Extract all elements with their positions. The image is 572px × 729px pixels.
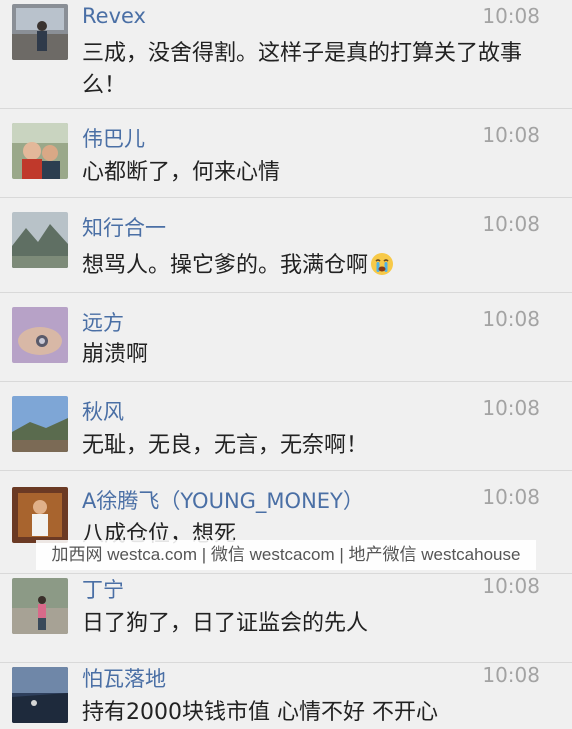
comment-time: 10:08 — [482, 307, 540, 331]
comment-item[interactable]: 丁宁 10:08 日了狗了，日了证监会的先人 — [0, 574, 572, 663]
comment-item[interactable]: 秋风 10:08 无耻，无良，无言，无奈啊！ — [0, 382, 572, 471]
comment-item[interactable]: 怕瓦落地 10:08 持有2000块钱市值 心情不好 不开心 — [0, 663, 572, 726]
avatar[interactable] — [12, 212, 68, 268]
comment-text: 想骂人。操它爹的。我满仓啊 — [82, 250, 544, 282]
comment-time: 10:08 — [482, 663, 540, 687]
comment-text: 心都断了，何来心情 — [82, 160, 281, 185]
avatar[interactable] — [12, 487, 68, 543]
avatar[interactable] — [12, 396, 68, 452]
comment-text: 持有2000块钱市值 心情不好 不开心 — [82, 700, 438, 725]
commenter-name[interactable]: 远方 — [82, 307, 124, 337]
comment-time: 10:08 — [482, 4, 540, 28]
comment-item[interactable]: Revex 10:08 三成，没舍得割。这样子是真的打算关了故事么！ — [0, 0, 572, 109]
commenter-name[interactable]: A徐腾飞（YOUNG_MONEY） — [82, 485, 364, 515]
commenter-name[interactable]: 怕瓦落地 — [82, 663, 166, 693]
comment-time: 10:08 — [482, 485, 540, 509]
comment-item[interactable]: 伟巴儿 10:08 心都断了，何来心情 — [0, 109, 572, 198]
crying-face-icon — [370, 252, 394, 276]
avatar[interactable] — [12, 578, 68, 634]
comment-time: 10:08 — [482, 212, 540, 236]
watermark-banner: 加西网 westca.com | 微信 westcacom | 地产微信 wes… — [36, 540, 536, 570]
comment-text: 无耻，无良，无言，无奈啊！ — [82, 433, 369, 458]
commenter-name[interactable]: 丁宁 — [82, 574, 124, 604]
comment-item[interactable]: 知行合一 10:08 想骂人。操它爹的。我满仓啊 — [0, 198, 572, 293]
avatar[interactable] — [12, 4, 68, 60]
commenter-name[interactable]: 秋风 — [82, 396, 124, 426]
comment-text: 崩溃啊 — [82, 342, 149, 367]
commenter-name[interactable]: 知行合一 — [82, 212, 166, 242]
comment-text: 三成，没舍得割。这样子是真的打算关了故事么！ — [82, 41, 523, 98]
comment-time: 10:08 — [482, 574, 540, 598]
comment-time: 10:08 — [482, 396, 540, 420]
commenter-name[interactable]: 伟巴儿 — [82, 123, 145, 153]
comment-text-content: 想骂人。操它爹的。我满仓啊 — [82, 253, 369, 278]
commenter-name[interactable]: Revex — [82, 4, 146, 28]
comment-text: 日了狗了，日了证监会的先人 — [82, 611, 369, 636]
avatar[interactable] — [12, 667, 68, 723]
comment-time: 10:08 — [482, 123, 540, 147]
avatar[interactable] — [12, 123, 68, 179]
avatar[interactable] — [12, 307, 68, 363]
comment-item[interactable]: 远方 10:08 崩溃啊 — [0, 293, 572, 382]
